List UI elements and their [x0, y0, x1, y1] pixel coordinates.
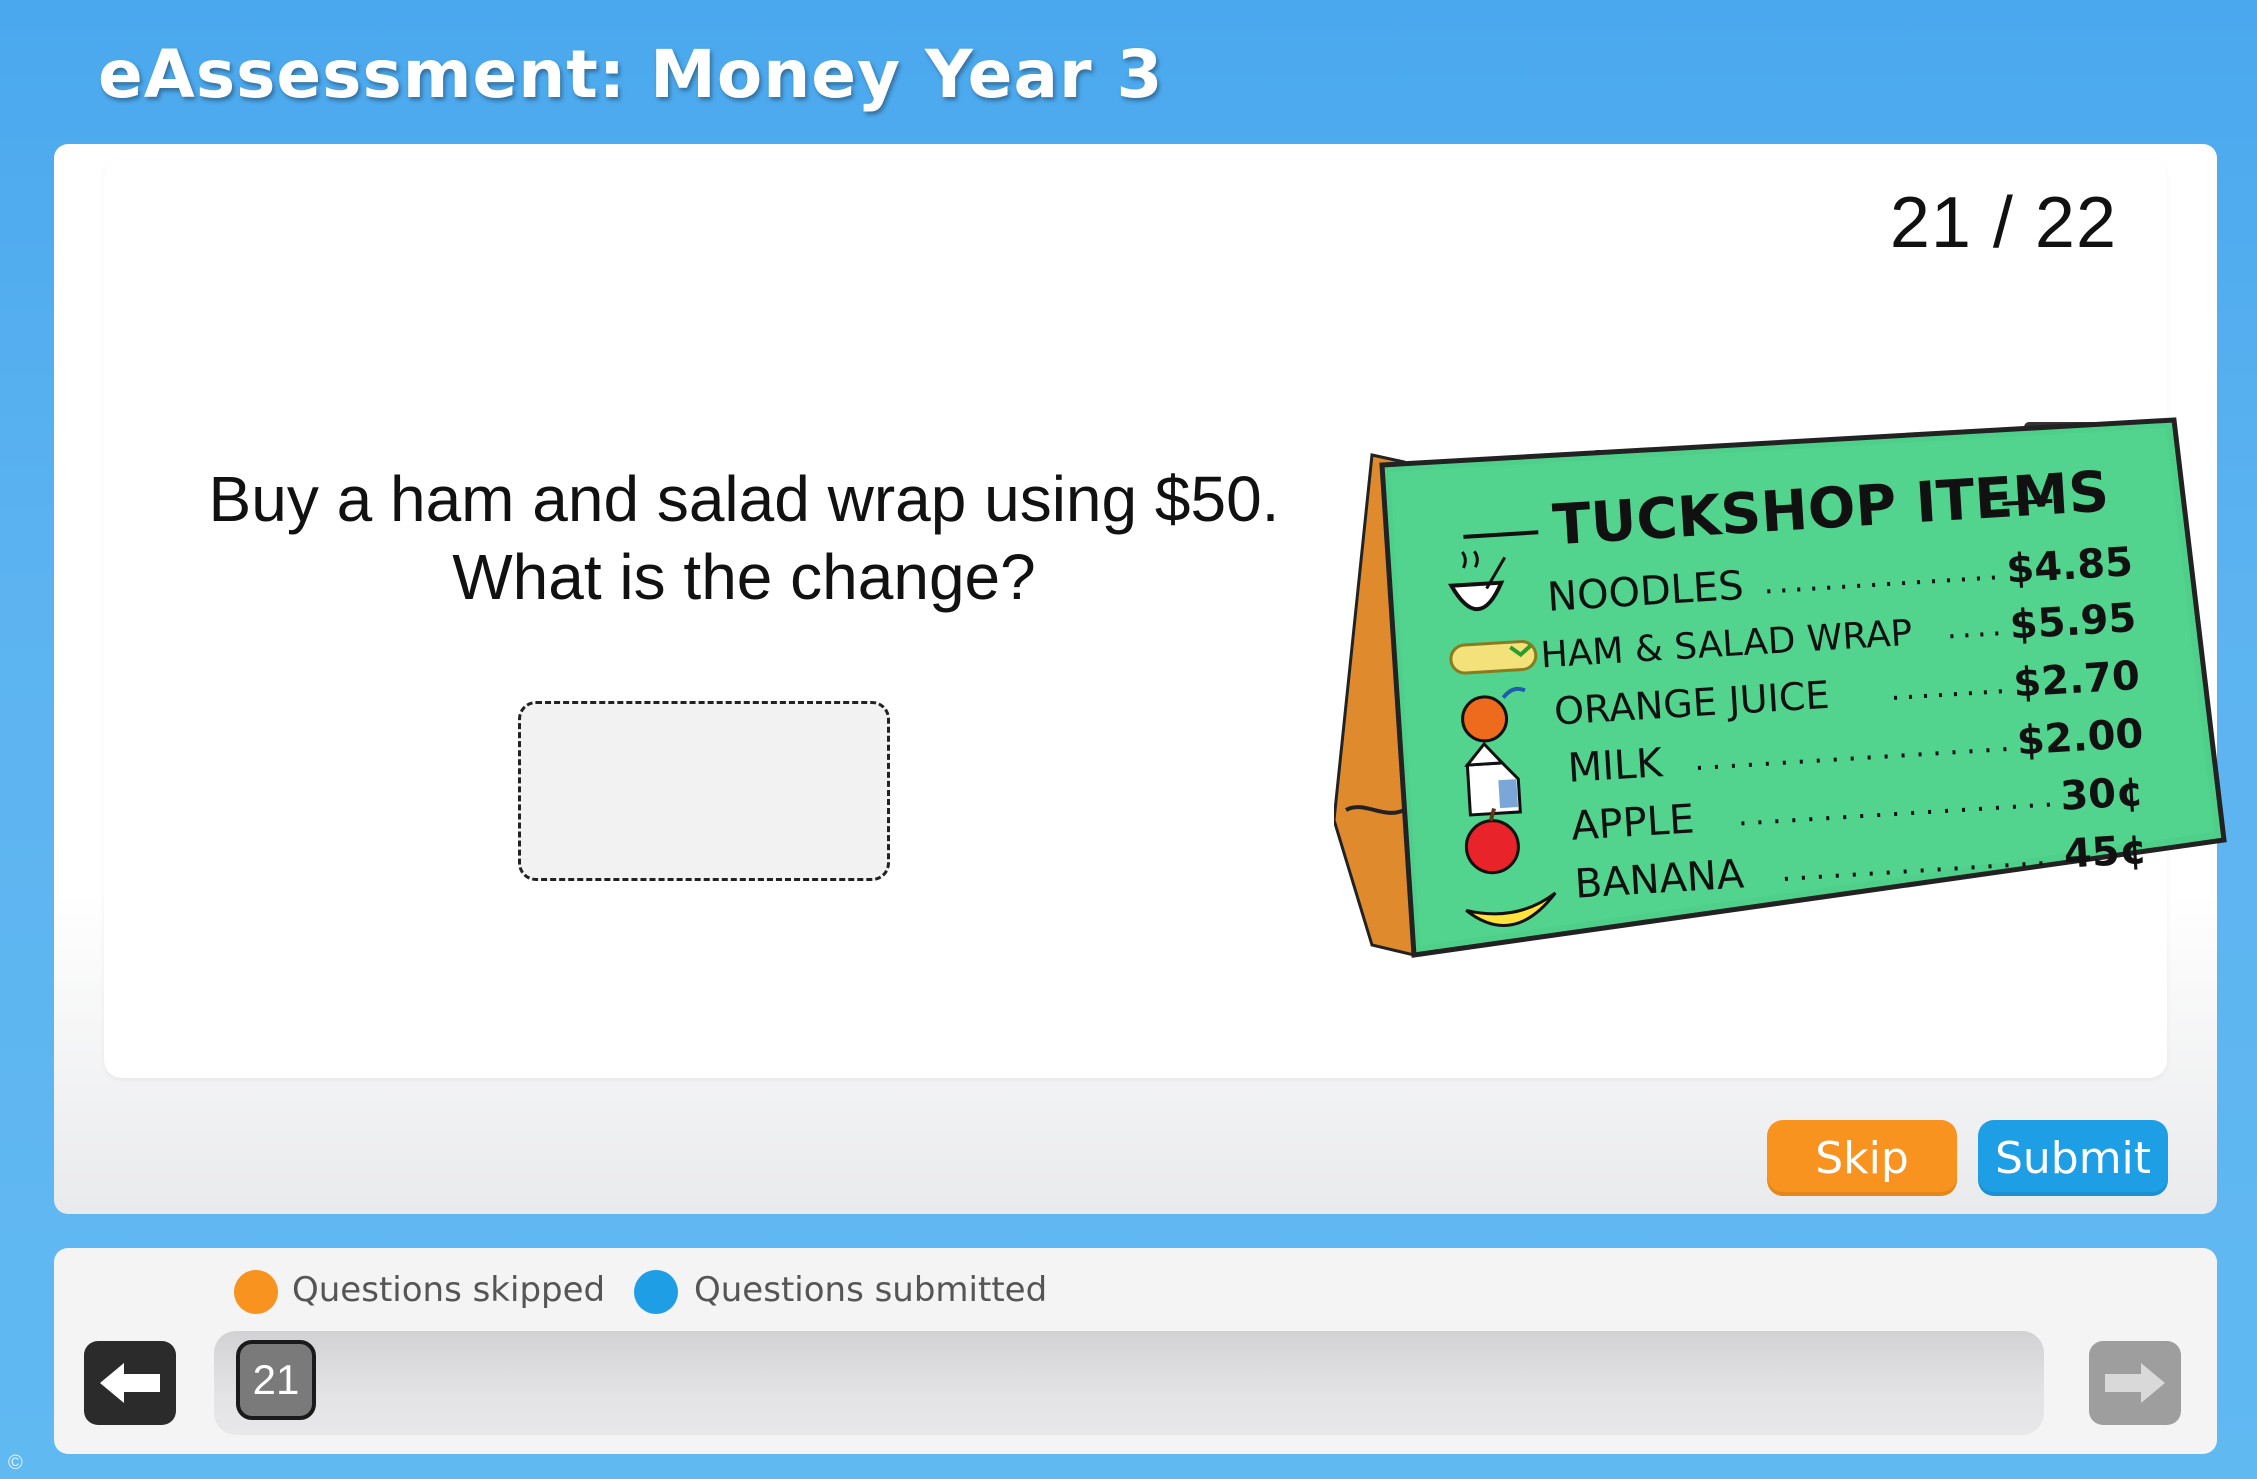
answer-input[interactable]: [518, 701, 890, 881]
arrow-left-icon: [100, 1363, 160, 1403]
submitted-legend-dot: [634, 1270, 678, 1314]
arrow-right-icon: [2105, 1363, 2165, 1403]
wrap-icon: [1449, 640, 1538, 675]
question-line-1: Buy a ham and salad wrap using $50.: [208, 463, 1280, 535]
submit-button[interactable]: Submit: [1978, 1120, 2168, 1196]
question-panel: 21 / 22 Buy a ham and salad wrap using $…: [54, 144, 2227, 1214]
sign-item-apple-name: APPLE: [1570, 796, 1696, 849]
sign-item-wrap-price: $5.95: [2008, 595, 2137, 649]
question-text: Buy a ham and salad wrap using $50. What…: [144, 460, 1344, 616]
copyright-mark: ©: [8, 1452, 23, 1474]
tuckshop-sign: TUCKSHOP ITEMS NOODLES $4.85 HAM & SALAD…: [1334, 417, 2227, 958]
sign-item-juice-price: $2.70: [2012, 653, 2141, 707]
skipped-legend-label: Questions skipped: [292, 1270, 606, 1310]
app-title: eAssessment: Money Year 3: [98, 36, 1164, 113]
question-line-2: What is the change?: [452, 541, 1036, 613]
question-navigator: Questions skipped Questions submitted 21: [54, 1248, 2217, 1454]
sign-item-banana-price: 45¢: [2063, 827, 2149, 878]
forward-button[interactable]: [2089, 1341, 2181, 1425]
question-chip[interactable]: 21: [236, 1340, 316, 1420]
sign-item-apple-price: 30¢: [2059, 769, 2145, 820]
back-button[interactable]: [84, 1341, 176, 1425]
sign-item-milk-name: MILK: [1566, 740, 1665, 792]
sign-item-milk-price: $2.00: [2016, 711, 2145, 765]
question-counter: 21 / 22: [1889, 183, 2117, 263]
question-card: 21 / 22 Buy a ham and salad wrap using $…: [104, 160, 2227, 1078]
sign-item-noodles-price: $4.85: [2005, 539, 2134, 593]
skipped-legend-dot: [234, 1270, 278, 1314]
question-track: [214, 1331, 2044, 1435]
skip-button[interactable]: Skip: [1767, 1120, 1957, 1196]
submitted-legend-label: Questions submitted: [694, 1270, 1048, 1310]
